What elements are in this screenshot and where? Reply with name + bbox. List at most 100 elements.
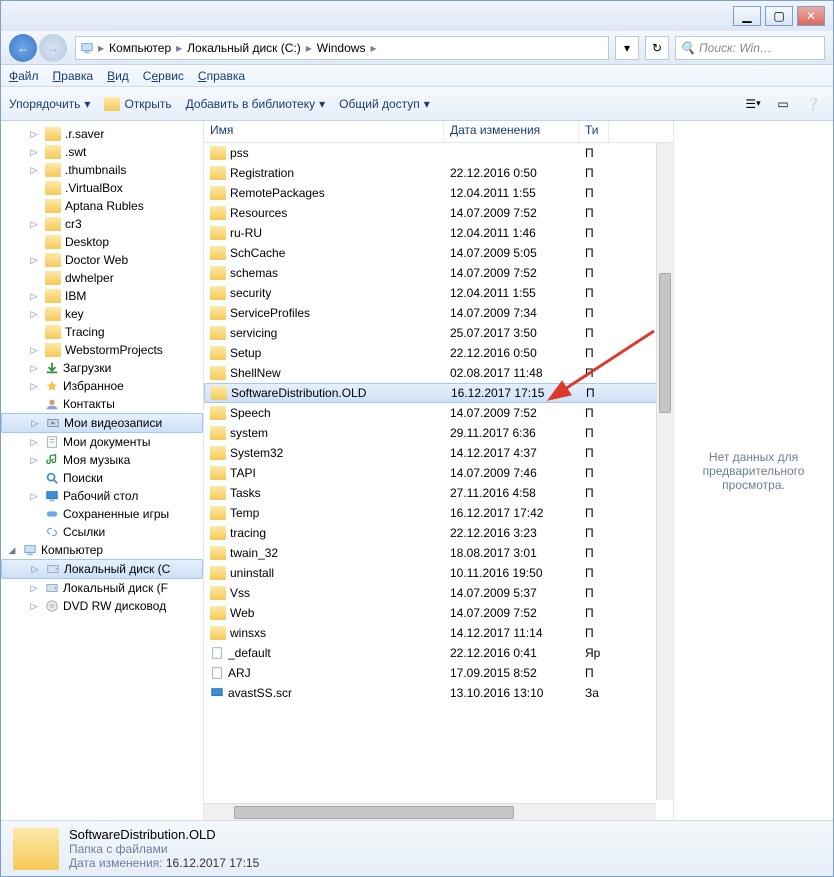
tree-item[interactable]: ▷DVD RW дисковод [1, 597, 203, 615]
table-row[interactable]: RemotePackages12.04.2011 1:55П [204, 183, 673, 203]
expand-icon[interactable]: ▷ [29, 219, 39, 230]
tree-item[interactable]: ▷IBM [1, 287, 203, 305]
expand-icon[interactable]: ▷ [29, 291, 39, 302]
close-button[interactable]: ✕ [797, 6, 825, 26]
breadcrumb[interactable]: ▸ Компьютер ▸ Локальный диск (C:) ▸ Wind… [75, 36, 609, 60]
expand-icon[interactable]: ▷ [29, 381, 39, 392]
table-row[interactable]: twain_3218.08.2017 3:01П [204, 543, 673, 563]
table-row[interactable]: Resources14.07.2009 7:52П [204, 203, 673, 223]
menu-help[interactable]: Справка [198, 69, 245, 83]
tree-item[interactable]: Desktop [1, 233, 203, 251]
tree-item[interactable]: ▷Рабочий стол [1, 487, 203, 505]
table-row[interactable]: uninstall10.11.2016 19:50П [204, 563, 673, 583]
expand-icon[interactable]: ▷ [29, 583, 39, 594]
tree-item[interactable]: ▷Мои видеозаписи [1, 413, 203, 433]
expand-icon[interactable]: ▷ [29, 455, 39, 466]
tree-item[interactable]: ▷key [1, 305, 203, 323]
view-options-button[interactable]: ☰ ▾ [741, 94, 765, 114]
table-row[interactable]: ru-RU12.04.2011 1:46П [204, 223, 673, 243]
forward-button[interactable]: → [39, 34, 67, 62]
table-row[interactable]: Web14.07.2009 7:52П [204, 603, 673, 623]
tree-pane[interactable]: ▷.r.saver▷.swt▷.thumbnails.VirtualBoxApt… [1, 121, 204, 820]
tree-item[interactable]: Поиски [1, 469, 203, 487]
expand-icon[interactable]: ▷ [30, 564, 40, 575]
tree-item[interactable]: ▷Моя музыка [1, 451, 203, 469]
table-row[interactable]: Temp16.12.2017 17:42П [204, 503, 673, 523]
table-row[interactable]: Registration22.12.2016 0:50П [204, 163, 673, 183]
table-row[interactable]: schemas14.07.2009 7:52П [204, 263, 673, 283]
table-row[interactable]: winsxs14.12.2017 11:14П [204, 623, 673, 643]
expand-icon[interactable]: ◢ [7, 545, 17, 556]
table-row[interactable]: Tasks27.11.2016 4:58П [204, 483, 673, 503]
tree-item[interactable]: ▷.thumbnails [1, 161, 203, 179]
menu-service[interactable]: Сервис [143, 69, 184, 83]
breadcrumb-item[interactable]: Windows [314, 40, 369, 56]
breadcrumb-dropdown[interactable]: ▾ [615, 36, 639, 60]
tree-item[interactable]: ▷cr3 [1, 215, 203, 233]
breadcrumb-item[interactable]: Компьютер [106, 40, 174, 56]
menu-view[interactable]: Вид [107, 69, 129, 83]
table-row[interactable]: Setup22.12.2016 0:50П [204, 343, 673, 363]
tree-item[interactable]: ▷.r.saver [1, 125, 203, 143]
tree-item[interactable]: Ссылки [1, 523, 203, 541]
tree-item[interactable]: ▷Загрузки [1, 359, 203, 377]
table-row[interactable]: ServiceProfiles14.07.2009 7:34П [204, 303, 673, 323]
expand-icon[interactable]: ▷ [29, 491, 39, 502]
table-row[interactable]: ARJ17.09.2015 8:52П [204, 663, 673, 683]
tree-item[interactable]: .VirtualBox [1, 179, 203, 197]
column-name[interactable]: Имя [204, 121, 444, 142]
expand-icon[interactable]: ▷ [29, 129, 39, 140]
table-row[interactable]: Speech14.07.2009 7:52П [204, 403, 673, 423]
tree-item[interactable]: ▷Избранное [1, 377, 203, 395]
table-row[interactable]: Vss14.07.2009 5:37П [204, 583, 673, 603]
table-row[interactable]: System3214.12.2017 4:37П [204, 443, 673, 463]
expand-icon[interactable]: ▷ [29, 165, 39, 176]
refresh-button[interactable]: ↻ [645, 36, 669, 60]
table-row[interactable]: SchCache14.07.2009 5:05П [204, 243, 673, 263]
expand-icon[interactable]: ▷ [29, 147, 39, 158]
tree-item[interactable]: ▷Doctor Web [1, 251, 203, 269]
menu-file[interactable]: Файл [9, 69, 39, 83]
tree-item[interactable]: Сохраненные игры [1, 505, 203, 523]
help-button[interactable]: ❔ [801, 94, 825, 114]
expand-icon[interactable]: ▷ [29, 309, 39, 320]
table-row[interactable]: system29.11.2017 6:36П [204, 423, 673, 443]
open-button[interactable]: Открыть [104, 97, 171, 111]
tree-item[interactable]: dwhelper [1, 269, 203, 287]
expand-icon[interactable]: ▷ [29, 255, 39, 266]
tree-item[interactable]: ▷Мои документы [1, 433, 203, 451]
vertical-scrollbar[interactable] [656, 143, 673, 800]
table-row[interactable]: TAPI14.07.2009 7:46П [204, 463, 673, 483]
tree-item[interactable]: ▷WebstormProjects [1, 341, 203, 359]
search-input[interactable]: 🔍 Поиск: Win… [675, 36, 825, 60]
table-row[interactable]: _default22.12.2016 0:41Яр [204, 643, 673, 663]
table-row[interactable]: SoftwareDistribution.OLD16.12.2017 17:15… [204, 383, 673, 403]
tree-item[interactable]: Aptana Rubles [1, 197, 203, 215]
column-date[interactable]: Дата изменения [444, 121, 579, 142]
expand-icon[interactable]: ▷ [29, 363, 39, 374]
tree-item[interactable]: ◢Компьютер [1, 541, 203, 559]
expand-icon[interactable]: ▷ [29, 437, 39, 448]
add-to-library-button[interactable]: Добавить в библиотеку ▾ [186, 97, 326, 111]
table-row[interactable]: tracing22.12.2016 3:23П [204, 523, 673, 543]
breadcrumb-item[interactable]: Локальный диск (C:) [184, 40, 304, 56]
tree-item[interactable]: Tracing [1, 323, 203, 341]
tree-item[interactable]: ▷Локальный диск (F [1, 579, 203, 597]
share-button[interactable]: Общий доступ ▾ [339, 97, 430, 111]
table-row[interactable]: servicing25.07.2017 3:50П [204, 323, 673, 343]
maximize-button[interactable]: ▢ [765, 6, 793, 26]
minimize-button[interactable]: ▁ [733, 6, 761, 26]
organize-button[interactable]: Упорядочить ▾ [9, 97, 90, 111]
expand-icon[interactable]: ▷ [29, 345, 39, 356]
tree-item[interactable]: Контакты [1, 395, 203, 413]
scrollbar-thumb[interactable] [659, 273, 671, 413]
scrollbar-thumb[interactable] [234, 806, 514, 819]
menu-edit[interactable]: Правка [53, 69, 94, 83]
tree-item[interactable]: ▷.swt [1, 143, 203, 161]
expand-icon[interactable]: ▷ [29, 601, 39, 612]
tree-item[interactable]: ▷Локальный диск (C [1, 559, 203, 579]
table-row[interactable]: security12.04.2011 1:55П [204, 283, 673, 303]
expand-icon[interactable]: ▷ [30, 418, 40, 429]
table-row[interactable]: avastSS.scr13.10.2016 13:10За [204, 683, 673, 703]
back-button[interactable]: ← [9, 34, 37, 62]
